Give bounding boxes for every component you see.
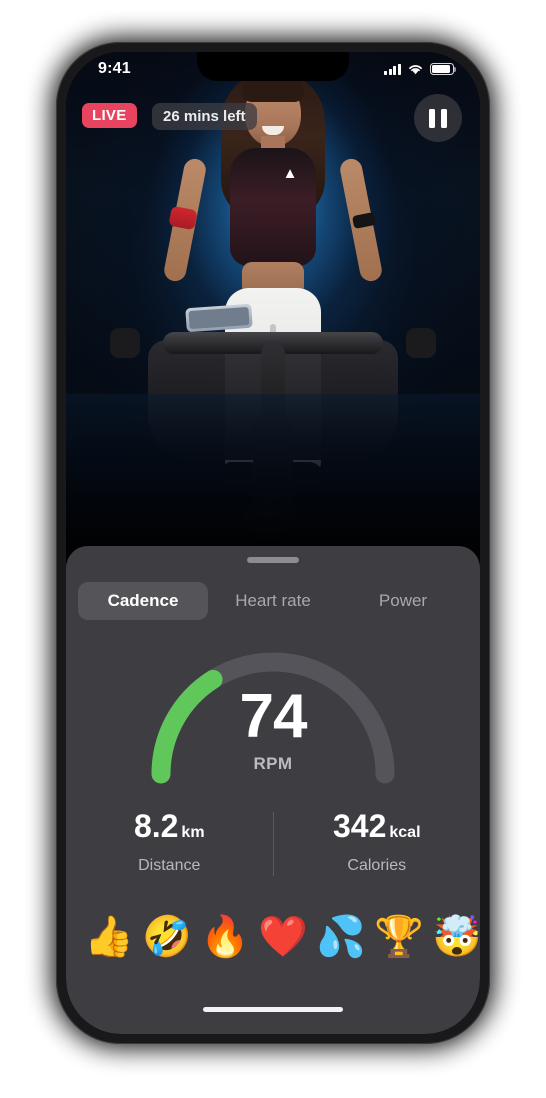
handlebar-end-right xyxy=(406,328,436,358)
stat-calories: 342 kcal Calories xyxy=(274,808,481,890)
distance-value: 8.2 xyxy=(133,808,179,844)
distance-unit: km xyxy=(181,824,205,841)
handlebar-end-left xyxy=(110,328,140,358)
device-notch xyxy=(197,52,349,81)
phone-screen: ▲ LIVE 26 mins left 9:41 Cadence Heart r… xyxy=(66,52,480,1034)
live-class-video[interactable]: ▲ LIVE 26 mins left xyxy=(66,52,480,564)
workout-stats: 8.2 km Distance 342 kcal Calories xyxy=(66,808,480,890)
cellular-signal-icon xyxy=(383,63,401,75)
time-remaining-pill: 26 mins left xyxy=(152,103,257,130)
reaction-bar: 👍 🤣 🔥 ❤️ 💦 🏆 🤯 xyxy=(66,906,480,968)
status-bar-time: 9:41 xyxy=(98,60,131,77)
pause-button[interactable] xyxy=(414,94,462,142)
reaction-trophy[interactable]: 🏆 xyxy=(370,912,428,962)
wifi-icon xyxy=(409,65,422,75)
tab-cadence[interactable]: Cadence xyxy=(78,582,208,620)
battery-icon xyxy=(430,63,457,75)
live-badge: LIVE xyxy=(82,103,137,128)
reaction-red-heart[interactable]: ❤️ xyxy=(254,912,312,962)
pause-icon-bar-left xyxy=(429,108,435,128)
metrics-sheet: Cadence Heart rate Power 74 RPM 8.2 km Di… xyxy=(66,546,480,1034)
instructor-top: ▲ xyxy=(230,148,316,266)
reaction-exploding-head[interactable]: 🤯 xyxy=(428,912,480,962)
stat-distance: 8.2 km Distance xyxy=(66,808,273,890)
distance-value-row: 8.2 km xyxy=(66,808,273,851)
tab-heart-rate[interactable]: Heart rate xyxy=(208,582,338,620)
tab-power[interactable]: Power xyxy=(338,582,468,620)
reaction-sweat-droplets[interactable]: 💦 xyxy=(312,912,370,962)
studio-floor xyxy=(66,394,480,564)
metric-tabs: Cadence Heart rate Power xyxy=(78,582,468,620)
brand-logo-icon: ▲ xyxy=(282,165,298,182)
calories-unit: kcal xyxy=(389,824,421,841)
bike-tablet xyxy=(185,303,253,333)
home-indicator[interactable] xyxy=(203,1007,343,1012)
cadence-value: 74 xyxy=(239,682,308,751)
calories-value-row: 342 kcal xyxy=(274,808,481,851)
status-bar-indicators xyxy=(383,63,457,75)
distance-label: Distance xyxy=(138,857,201,874)
calories-value: 342 xyxy=(332,808,387,844)
cadence-gauge: 74 RPM xyxy=(66,634,480,794)
cadence-unit: RPM xyxy=(253,754,293,773)
pause-icon-bar-right xyxy=(441,108,447,128)
reaction-fire[interactable]: 🔥 xyxy=(196,912,254,962)
video-overlay-controls: LIVE 26 mins left xyxy=(66,94,480,148)
screenshot-canvas: ▲ LIVE 26 mins left 9:41 Cadence Heart r… xyxy=(0,0,546,1098)
calories-label: Calories xyxy=(347,857,407,874)
reaction-thumbs-up[interactable]: 👍 xyxy=(80,912,138,962)
sheet-drag-handle[interactable] xyxy=(247,557,299,563)
reaction-rolling-on-floor-laughing[interactable]: 🤣 xyxy=(138,912,196,962)
